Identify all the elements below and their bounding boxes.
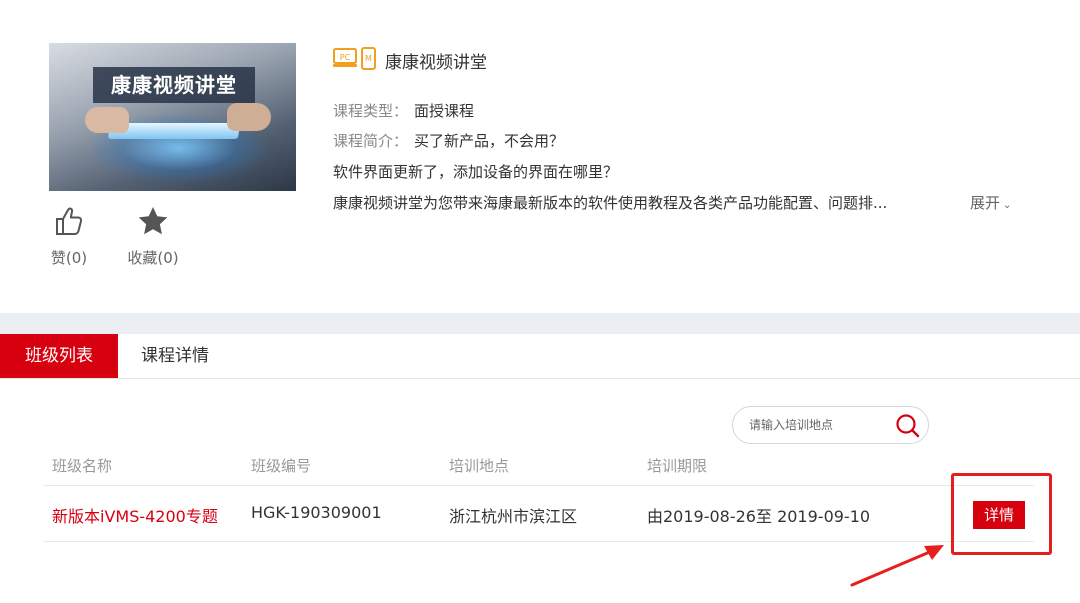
star-icon — [138, 207, 168, 235]
location-search-input[interactable] — [749, 415, 889, 435]
class-name-link[interactable]: 新版本iVMS-4200专题 — [52, 503, 218, 527]
location-search — [732, 406, 929, 444]
tab-class-list[interactable]: 班级列表 — [0, 334, 118, 378]
annotation-arrow-icon — [850, 545, 944, 587]
thumbnail-banner-text: 康康视频讲堂 — [93, 67, 255, 103]
favorite-count-label: 收藏(0) — [127, 249, 179, 267]
mobile-label: M — [365, 54, 372, 63]
tab-bar: 班级列表 课程详情 — [0, 334, 1080, 379]
table-row: 新版本iVMS-4200专题 HGK-190309001 浙江杭州市滨江区 由2… — [44, 486, 1034, 542]
thumbnail-hand-left — [85, 107, 129, 133]
thumbs-up-icon — [56, 207, 83, 235]
header-training-period: 培训期限 — [647, 457, 708, 475]
class-table-header: 班级名称 班级编号 培训地点 培训期限 — [44, 448, 1034, 486]
class-code: HGK-190309001 — [251, 503, 382, 522]
expand-label: 展开 — [970, 194, 1001, 212]
course-type-label: 课程类型： — [333, 102, 409, 120]
course-header: 康康视频讲堂 赞(0) 收藏(0) PC M 康康视频讲堂 课程类型： 面授课程… — [0, 0, 1080, 313]
tab-course-details[interactable]: 课程详情 — [118, 334, 232, 378]
course-type-row: 课程类型： 面授课程 — [333, 100, 474, 121]
thumbnail-hand-right — [227, 103, 271, 131]
training-period: 由2019-08-26至 2019-09-10 — [647, 507, 871, 526]
course-thumbnail[interactable]: 康康视频讲堂 — [49, 43, 296, 191]
chevron-down-icon: ⌄ — [1003, 200, 1012, 211]
expand-button[interactable]: 展开 ⌄ — [970, 192, 1011, 213]
header-class-name: 班级名称 — [52, 457, 113, 475]
course-title: 康康视频讲堂 — [385, 53, 487, 73]
course-intro-line3: 康康视频讲堂为您带来海康最新版本的软件使用教程及各类产品功能配置、问题排... — [333, 194, 888, 212]
training-location: 浙江杭州市滨江区 — [449, 507, 578, 526]
pc-label: PC — [340, 53, 351, 62]
pc-mobile-icon: PC M — [333, 47, 376, 70]
course-intro-row: 课程简介： 买了新产品，不会用？ — [333, 130, 564, 151]
annotation-highlight-box — [951, 473, 1052, 555]
favorite-button[interactable]: 收藏(0) — [125, 205, 181, 268]
like-count-label: 赞(0) — [50, 249, 88, 267]
section-divider — [0, 313, 1080, 334]
course-intro-line1: 买了新产品，不会用？ — [414, 132, 565, 150]
header-training-location: 培训地点 — [449, 457, 510, 475]
header-class-code: 班级编号 — [251, 457, 312, 475]
course-intro-label: 课程简介： — [333, 132, 409, 150]
like-button[interactable]: 赞(0) — [49, 205, 89, 268]
course-type-value: 面授课程 — [414, 102, 475, 120]
course-intro-line2: 软件界面更新了，添加设备的界面在哪里？ — [333, 163, 619, 181]
search-icon[interactable] — [895, 413, 921, 439]
